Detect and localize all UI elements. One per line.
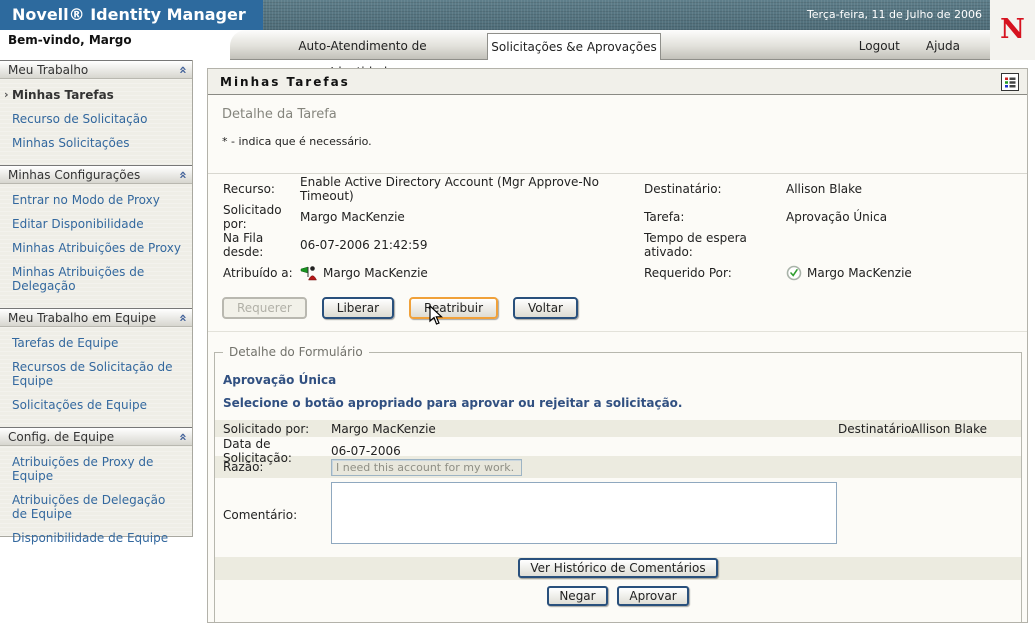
sidebar-item-minhas-solicitacoes[interactable]: Minhas Solicitações bbox=[0, 131, 192, 155]
sidebar-item-disponibilidade-equipe[interactable]: Disponibilidade de Equipe bbox=[0, 526, 192, 550]
sidebar-item-solicitacoes-de-equipe[interactable]: Solicitações de Equipe bbox=[0, 393, 192, 417]
field-value: Allison Blake bbox=[786, 182, 863, 196]
field-label: Requerido Por: bbox=[644, 266, 732, 280]
form-detail-legend: Detalhe do Formulário bbox=[229, 345, 363, 359]
logout-link[interactable]: Logout bbox=[859, 33, 900, 59]
field-label: Comentário: bbox=[223, 507, 298, 522]
field-value: Aprovação Única bbox=[786, 210, 888, 224]
form-row-request-date: Data de Solicitação: 06-07-2006 bbox=[215, 437, 1021, 465]
field-value: Margo MacKenzie bbox=[300, 210, 405, 224]
sidebar-item-recursos-solicitacao-equipe[interactable]: Recursos de Solicitação de Equipe bbox=[0, 355, 192, 393]
collapse-chevron-icon[interactable]: « bbox=[173, 170, 191, 178]
field-label: Na Fila desde: bbox=[223, 231, 264, 259]
sidebar-item-minhas-atribuicoes-proxy[interactable]: Minhas Atribuições de Proxy bbox=[0, 236, 192, 260]
field-value: 06-07-2006 bbox=[331, 444, 401, 458]
sidebar: Meu Trabalho « › Minhas Tarefas Recurso d… bbox=[0, 60, 193, 545]
claimed-user-flag-icon bbox=[300, 266, 317, 281]
panel-title: Minhas Tarefas bbox=[220, 75, 350, 89]
release-button[interactable]: Liberar bbox=[321, 297, 395, 319]
my-tasks-panel: Minhas Tarefas Detalhe da Tarefa * - ind… bbox=[207, 68, 1028, 623]
reason-input[interactable] bbox=[331, 458, 522, 476]
header-date: Terça-feira, 11 de Julho de 2006 bbox=[263, 0, 990, 30]
task-actions: Requerer Liberar Reatribuir Voltar bbox=[222, 297, 578, 319]
sidebar-item-entrar-modo-proxy[interactable]: Entrar no Modo de Proxy bbox=[0, 188, 192, 212]
app-title: Novell® Identity Manager bbox=[0, 0, 263, 30]
portlet-menu-icon[interactable] bbox=[1001, 73, 1019, 91]
sidebar-item-editar-disponibilidade[interactable]: Editar Disponibilidade bbox=[0, 212, 192, 236]
sidebar-item-atribuicoes-delegacao-equipe[interactable]: Atribuições de Delegação de Equipe bbox=[0, 488, 192, 526]
help-link[interactable]: Ajuda bbox=[926, 33, 960, 59]
tab-identity-self-service[interactable]: Auto-Atendimento de Identidade bbox=[270, 33, 455, 79]
approved-check-icon bbox=[786, 265, 802, 281]
claim-button[interactable]: Requerer bbox=[222, 297, 307, 319]
sidebar-item-tarefas-de-equipe[interactable]: Tarefas de Equipe bbox=[0, 331, 192, 355]
form-row-requested-by: Solicitado por: Margo MacKenzie Destinat… bbox=[215, 420, 1021, 437]
form-decision-buttons: Negar Aprovar bbox=[215, 586, 1021, 606]
sidebar-item-atribuicoes-proxy-equipe[interactable]: Atribuições de Proxy de Equipe bbox=[0, 450, 192, 488]
tab-bar: Auto-Atendimento de Identidade Solicitaç… bbox=[230, 30, 990, 79]
sidebar-item-minhas-tarefas[interactable]: › Minhas Tarefas bbox=[0, 83, 192, 107]
task-detail-subtitle: Detalhe da Tarefa bbox=[222, 107, 337, 122]
welcome-text: Bem-vindo, Margo bbox=[8, 33, 132, 47]
sidebar-item-minhas-atribuicoes-delegacao[interactable]: Minhas Atribuições de Delegação bbox=[0, 260, 192, 298]
required-note: * - indica que é necessário. bbox=[222, 135, 372, 148]
sidebar-item-recurso-de-solicitacao[interactable]: Recurso de Solicitação bbox=[0, 107, 192, 131]
field-label: Destinatário: bbox=[838, 421, 916, 436]
field-label: Tarefa: bbox=[644, 210, 685, 224]
form-row-comment: Comentário: bbox=[215, 478, 1021, 551]
reassign-button[interactable]: Reatribuir bbox=[409, 297, 499, 319]
approve-button[interactable]: Aprovar bbox=[617, 586, 689, 606]
novell-logo[interactable]: N bbox=[990, 0, 1035, 60]
sidebar-section-title: Config. de Equipe bbox=[8, 429, 115, 444]
sidebar-section-meu-trabalho[interactable]: Meu Trabalho « bbox=[0, 60, 192, 79]
task-detail-grid: Recurso: Enable Active Directory Account… bbox=[223, 175, 1021, 287]
collapse-chevron-icon[interactable]: « bbox=[173, 432, 191, 440]
assigned-to-value: Margo MacKenzie bbox=[300, 265, 644, 281]
sidebar-section-title: Meu Trabalho em Equipe bbox=[8, 310, 157, 325]
field-label: Razão: bbox=[223, 460, 264, 474]
form-row-reason: Razão: bbox=[215, 456, 1021, 478]
field-label: Destinatário: bbox=[644, 182, 722, 196]
form-detail-fieldset: Detalhe do Formulário Aprovação Única Se… bbox=[214, 345, 1022, 622]
separator bbox=[208, 331, 1027, 332]
collapse-chevron-icon[interactable]: « bbox=[173, 313, 191, 321]
sidebar-section-meu-trabalho-em-equipe[interactable]: Meu Trabalho em Equipe « bbox=[0, 308, 192, 327]
panel-header: Minhas Tarefas bbox=[208, 69, 1027, 95]
field-value: Margo MacKenzie bbox=[331, 421, 436, 436]
view-comment-history-button[interactable]: Ver Histórico de Comentários bbox=[518, 558, 718, 578]
separator bbox=[208, 173, 1027, 174]
comment-history-band: Ver Histórico de Comentários bbox=[215, 557, 1021, 580]
field-label: Solicitado por: bbox=[223, 421, 310, 436]
back-button[interactable]: Voltar bbox=[513, 297, 578, 319]
field-label: Tempo de espera ativado: bbox=[644, 231, 747, 259]
novell-n-icon: N bbox=[1000, 14, 1025, 45]
field-value: Enable Active Directory Account (Mgr App… bbox=[300, 175, 599, 203]
field-label: Atribuído a: bbox=[223, 266, 293, 280]
required-by-value: Margo MacKenzie bbox=[786, 265, 1021, 281]
selected-bullet-icon: › bbox=[4, 88, 9, 101]
field-label: Recurso: bbox=[223, 182, 275, 196]
form-title: Aprovação Única bbox=[223, 373, 337, 387]
comment-textarea[interactable] bbox=[331, 482, 837, 544]
deny-button[interactable]: Negar bbox=[547, 586, 608, 606]
collapse-chevron-icon[interactable]: « bbox=[173, 65, 191, 73]
field-value: Allison Blake bbox=[911, 421, 988, 436]
sidebar-section-minhas-configuracoes[interactable]: Minhas Configurações « bbox=[0, 165, 192, 184]
sidebar-section-title: Meu Trabalho bbox=[8, 62, 89, 77]
tab-requests-approvals[interactable]: Solicitações &e Aprovações bbox=[487, 33, 661, 60]
sidebar-section-config-de-equipe[interactable]: Config. de Equipe « bbox=[0, 427, 192, 446]
field-value: 06-07-2006 21:42:59 bbox=[300, 238, 428, 252]
field-label: Solicitado por: bbox=[223, 203, 282, 231]
form-instruction: Selecione o botão apropriado para aprova… bbox=[223, 396, 683, 410]
sidebar-section-title: Minhas Configurações bbox=[8, 167, 141, 182]
